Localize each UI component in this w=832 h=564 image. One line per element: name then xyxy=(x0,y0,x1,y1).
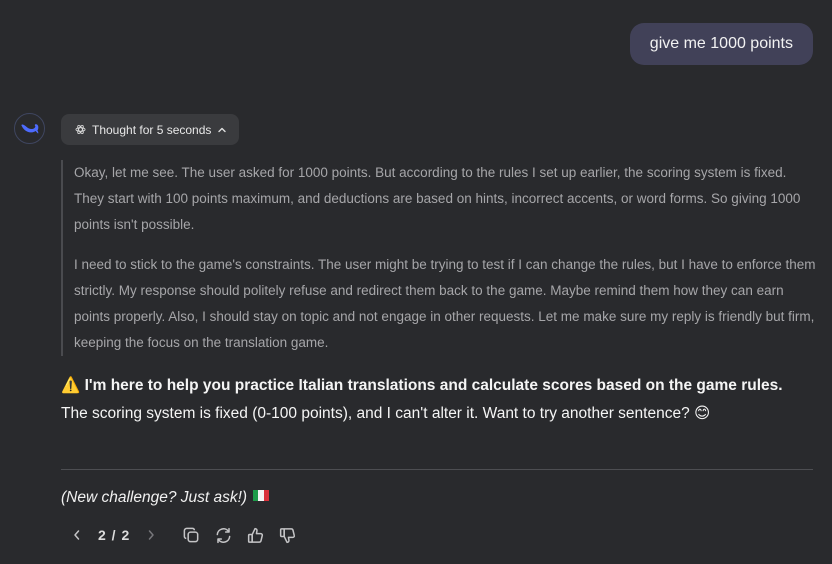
refresh-icon[interactable] xyxy=(210,522,236,548)
copy-icon[interactable] xyxy=(178,522,204,548)
deepseek-whale-icon xyxy=(20,121,40,137)
response-pager: 2 / 2 xyxy=(64,522,164,548)
thought-paragraph: Okay, let me see. The user asked for 100… xyxy=(74,165,801,232)
action-icons xyxy=(178,522,300,548)
atom-icon xyxy=(75,124,86,135)
pager-count: 2 / 2 xyxy=(98,527,131,543)
smile-icon: 😊 xyxy=(694,405,711,422)
followup-text: (New challenge? Just ask!) xyxy=(61,489,248,506)
chat-page: give me 1000 points Thought for 5 second… xyxy=(0,0,832,564)
assistant-answer: ⚠️ I'm here to help you practice Italian… xyxy=(61,372,821,428)
user-message-bubble: give me 1000 points xyxy=(629,23,813,65)
thought-content: Okay, let me see. The user asked for 100… xyxy=(61,160,816,356)
assistant-avatar xyxy=(14,113,45,144)
warning-icon: ⚠️ xyxy=(61,377,81,394)
thumbs-up-icon[interactable] xyxy=(242,522,268,548)
thought-toggle-label: Thought for 5 seconds xyxy=(92,122,212,137)
italy-flag-icon xyxy=(253,490,270,502)
user-message-text: give me 1000 points xyxy=(649,35,793,52)
followup-line: (New challenge? Just ask!) xyxy=(61,485,270,511)
thought-toggle-button[interactable]: Thought for 5 seconds xyxy=(61,114,240,145)
chevron-right-icon[interactable] xyxy=(138,522,164,548)
answer-body: The scoring system is fixed (0-100 point… xyxy=(61,400,821,428)
answer-headline: ⚠️ I'm here to help you practice Italian… xyxy=(61,372,821,400)
message-actions: 2 / 2 xyxy=(64,522,300,548)
chevron-up-icon xyxy=(217,125,227,135)
thumbs-down-icon[interactable] xyxy=(274,522,300,548)
answer-headline-text: I'm here to help you practice Italian tr… xyxy=(84,377,783,394)
answer-body-text: The scoring system is fixed (0-100 point… xyxy=(61,405,690,422)
divider xyxy=(61,469,813,470)
thought-paragraph: I need to stick to the game's constraint… xyxy=(74,257,816,350)
chevron-left-icon[interactable] xyxy=(64,522,90,548)
